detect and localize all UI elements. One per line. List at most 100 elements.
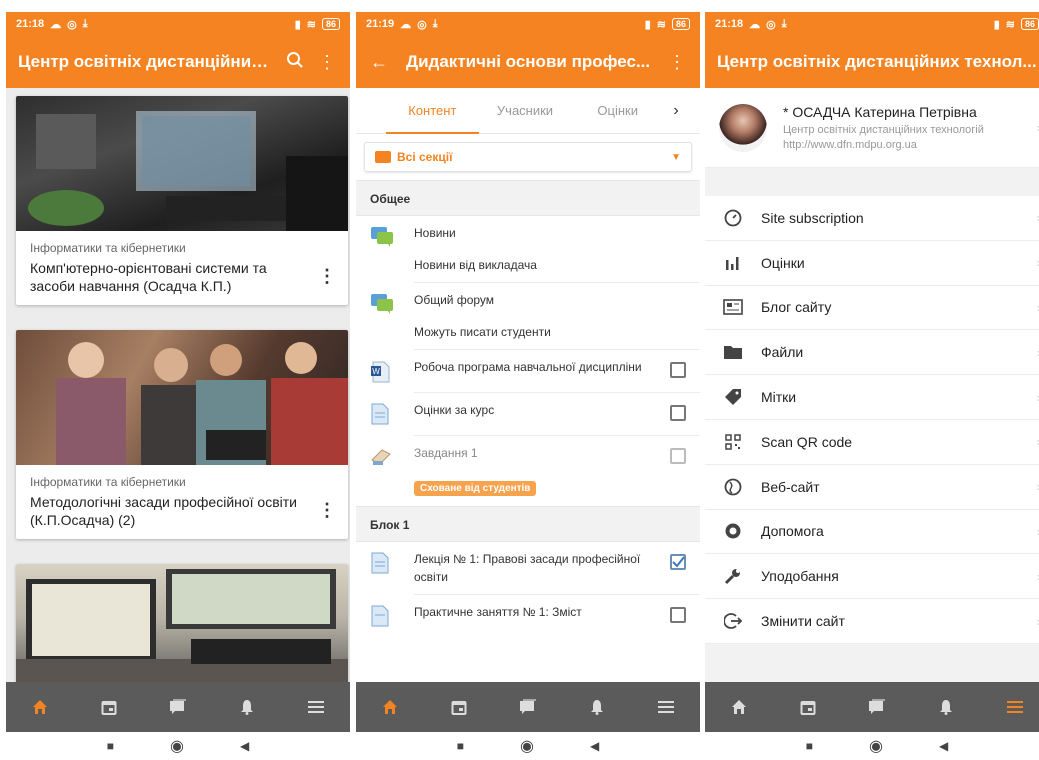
site-name: Центр освітніх дистанційних технологій: [783, 124, 984, 136]
module-row[interactable]: Оцінки за курс: [356, 393, 700, 435]
menu-item-grades[interactable]: Оцінки ›: [705, 241, 1039, 286]
module-name: Практичне заняття № 1: Зміст: [414, 605, 582, 619]
instagram-icon: ◎: [417, 18, 427, 31]
wifi-icon: ≋: [1005, 18, 1015, 31]
menu-label: Scan QR code: [761, 433, 853, 450]
back-icon[interactable]: ◀: [939, 739, 948, 753]
tab-content[interactable]: Контент: [386, 88, 479, 134]
site-url: http://www.dfn.mdpu.org.ua: [783, 139, 917, 151]
dropdown-arrow-icon: ▼: [671, 151, 681, 163]
page-icon: [370, 552, 398, 576]
more-vert-icon[interactable]: ⋮: [666, 52, 688, 73]
module-row[interactable]: Лекція № 1: Правові засади професійної о…: [356, 542, 700, 594]
menu-item-site-blog[interactable]: Блог сайту ›: [705, 286, 1039, 331]
course-content: Контент Учасники Оцінки › Всі секції ▼ О…: [356, 88, 700, 682]
user-name: * ОСАДЧА Катерина Петрівна: [783, 104, 977, 120]
course-name: Комп'ютерно-орієнтовані системи та засоб…: [30, 260, 267, 294]
phone-course-list: 21:18 ☁ ◎ ⤓ ▮ ≋ 86 Центр освітніх дистан…: [6, 12, 350, 760]
menu-label: Веб-сайт: [761, 478, 820, 495]
calendar-icon[interactable]: [89, 687, 129, 727]
back-icon[interactable]: ◀: [240, 739, 249, 753]
more-vert-icon[interactable]: ⋮: [316, 52, 338, 73]
tab-participants[interactable]: Учасники: [479, 88, 572, 134]
module-name: Завдання 1: [414, 446, 478, 460]
chevron-right-icon[interactable]: ›: [664, 88, 688, 134]
word-doc-icon: W: [370, 360, 398, 384]
notifications-icon[interactable]: [926, 687, 966, 727]
menu-list: Site subscription › Оцінки › Блог сайту …: [705, 196, 1039, 644]
menu-item-website[interactable]: Веб-сайт ›: [705, 465, 1039, 510]
home-icon[interactable]: [20, 687, 60, 727]
menu-item-tags[interactable]: Мітки ›: [705, 375, 1039, 420]
home-icon[interactable]: [370, 687, 410, 727]
menu-icon[interactable]: [296, 687, 336, 727]
module-name: Робоча програма навчальної дисципліни: [414, 360, 642, 374]
menu-label: Файли: [761, 344, 804, 361]
module-description: Можуть писати студенти: [414, 325, 551, 339]
calendar-icon[interactable]: [788, 687, 828, 727]
more-menu: * ОСАДЧА Катерина Петрівна Центр освітні…: [705, 88, 1039, 682]
svg-text:W: W: [372, 367, 380, 376]
menu-item-help[interactable]: Допомога ›: [705, 510, 1039, 555]
back-arrow-icon[interactable]: ←: [368, 52, 390, 73]
course-menu-icon[interactable]: ⋮: [318, 266, 336, 287]
wrench-icon: [705, 567, 761, 585]
assignment-icon: [370, 446, 398, 470]
messages-icon[interactable]: [508, 687, 548, 727]
tab-grades[interactable]: Оцінки: [571, 88, 664, 134]
completion-checkbox-checked[interactable]: [670, 554, 686, 570]
home-circle-icon[interactable]: ◉: [520, 736, 534, 756]
menu-item-site-subscription[interactable]: Site subscription ›: [705, 196, 1039, 241]
cloud-icon: ☁: [400, 18, 412, 31]
app-title: Центр освітніх дистанційних ...: [18, 52, 274, 71]
forum-icon: [370, 226, 398, 250]
course-image: [16, 564, 348, 682]
menu-item-change-site[interactable]: Змінити сайт ›: [705, 599, 1039, 644]
completion-checkbox[interactable]: [670, 607, 686, 623]
recents-icon[interactable]: ■: [107, 739, 114, 753]
logout-icon: [705, 612, 761, 630]
menu-item-preferences[interactable]: Уподобання ›: [705, 554, 1039, 600]
app-title: Центр освітніх дистанційних технол...: [717, 52, 1037, 71]
messages-icon[interactable]: [857, 687, 897, 727]
completion-checkbox[interactable]: [670, 448, 686, 464]
course-menu-icon[interactable]: ⋮: [318, 500, 336, 521]
section-select[interactable]: Всі секції ▼: [364, 142, 692, 172]
completion-checkbox[interactable]: [670, 362, 686, 378]
module-row[interactable]: Завдання 1: [356, 436, 700, 478]
module-row[interactable]: Общий форум Можуть писати студенти: [356, 283, 700, 349]
module-row[interactable]: Новини Новини від викладача: [356, 216, 700, 282]
home-icon[interactable]: [719, 687, 759, 727]
course-card[interactable]: Інформатики та кібернетики Методологічні…: [16, 330, 348, 539]
qr-code-icon: [705, 434, 761, 450]
home-circle-icon[interactable]: ◉: [170, 736, 184, 756]
menu-icon[interactable]: [995, 687, 1035, 727]
recents-icon[interactable]: ■: [457, 739, 464, 753]
back-icon[interactable]: ◀: [590, 739, 599, 753]
search-icon[interactable]: [284, 51, 306, 74]
recents-icon[interactable]: ■: [806, 739, 813, 753]
menu-item-files[interactable]: Файли ›: [705, 330, 1039, 376]
course-card[interactable]: Інформатики та кібернетики Комп'ютерно-о…: [16, 96, 348, 305]
user-profile[interactable]: * ОСАДЧА Катерина Петрівна Центр освітні…: [705, 88, 1039, 168]
menu-icon[interactable]: [646, 687, 686, 727]
menu-label: Оцінки: [761, 254, 805, 271]
notifications-icon[interactable]: [577, 687, 617, 727]
notifications-icon[interactable]: [227, 687, 267, 727]
menu-label: Мітки: [761, 389, 797, 406]
phone-more-menu: 21:18 ☁ ◎ ⤓ ▮ ≋ 86 Центр освітніх дистан…: [705, 12, 1039, 760]
module-description: Новини від викладача: [414, 258, 537, 272]
completion-checkbox[interactable]: [670, 405, 686, 421]
messages-icon[interactable]: [158, 687, 198, 727]
course-card[interactable]: [16, 564, 348, 682]
avatar: [719, 103, 767, 152]
home-circle-icon[interactable]: ◉: [869, 736, 883, 756]
module-row[interactable]: Практичне заняття № 1: Зміст: [356, 595, 700, 637]
system-nav: ■ ◉ ◀: [356, 732, 700, 760]
menu-item-scan-qr[interactable]: Scan QR code ›: [705, 420, 1039, 465]
gauge-icon: [705, 209, 761, 227]
hidden-badge: Сховане від студентів: [414, 481, 537, 496]
module-row[interactable]: W Робоча програма навчальної дисципліни: [356, 350, 700, 392]
calendar-icon[interactable]: [439, 687, 479, 727]
system-nav: ■ ◉ ◀: [6, 732, 350, 760]
